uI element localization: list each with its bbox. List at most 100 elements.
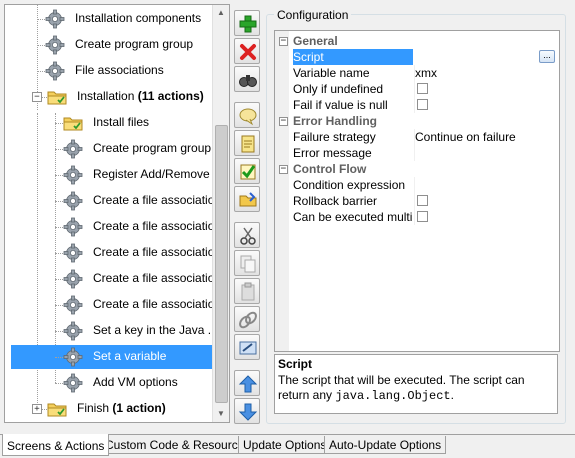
tree-item-label: File associations [75, 63, 164, 77]
tree-item-label: Create program group [75, 37, 193, 51]
tree-item-label: Set a key in the Java ... [93, 323, 218, 337]
column-separator [414, 193, 415, 209]
tree-item-label: Install files [93, 115, 149, 129]
tree-item[interactable]: Create a file association [5, 189, 221, 213]
tree-item[interactable]: Install files [5, 111, 215, 135]
tab-auto-update-options[interactable]: Auto-Update Options [324, 436, 447, 454]
tree-item-text: Create a file association [93, 245, 222, 259]
configuration-title: Configuration [274, 8, 352, 22]
category-general[interactable]: − General [275, 33, 559, 49]
fail-if-null-checkbox[interactable] [417, 99, 428, 110]
tree-item[interactable]: Create a file association [5, 215, 221, 239]
tree-item[interactable]: Create a file association [5, 293, 221, 317]
tree-item[interactable]: Set a variable [5, 345, 215, 369]
category-control-flow[interactable]: − Control Flow [275, 161, 559, 177]
prop-only-if-undefined[interactable]: Only if undefined [275, 81, 559, 97]
scroll-up-arrow[interactable]: ▲ [213, 5, 229, 21]
tree-item-text: Create a file association [93, 271, 222, 285]
folder-open-icon [239, 192, 257, 207]
collapse-icon[interactable]: − [279, 165, 288, 174]
delete-button[interactable] [234, 38, 260, 64]
can-be-executed-checkbox[interactable] [417, 211, 428, 222]
tab-screens-actions[interactable]: Screens & Actions [2, 434, 110, 456]
property-grid[interactable]: − General Script ... Variable name xmx O… [274, 30, 560, 352]
prop-fail-if-null[interactable]: Fail if value is null [275, 97, 559, 113]
tree-item[interactable]: − Installation (11 actions) [5, 85, 215, 109]
move-down-button[interactable] [234, 398, 260, 424]
move-up-button[interactable] [234, 370, 260, 396]
tree-item[interactable]: Create program group [5, 137, 215, 161]
scroll-thumb[interactable] [215, 125, 228, 403]
tree-item[interactable]: Set a key in the Java ... [5, 319, 218, 343]
add-button[interactable] [234, 10, 260, 36]
prop-name: Condition expression [293, 178, 406, 192]
tree-item-text: Finish [77, 401, 110, 415]
tree-item-text: Create a file association [93, 297, 222, 311]
edit-button[interactable] [234, 334, 260, 360]
tree-item[interactable]: Create program group [5, 33, 215, 57]
tree-item[interactable]: Create a file association [5, 267, 221, 291]
tree-item[interactable]: Add VM options [5, 371, 215, 395]
category-error-handling[interactable]: − Error Handling [275, 113, 559, 129]
tree-connector [55, 383, 63, 384]
prop-name: Script [293, 49, 413, 65]
collapse-icon[interactable]: − [279, 37, 288, 46]
tree-item[interactable]: Installation components [5, 7, 215, 31]
tree-item[interactable]: Register Add/Remove ... [5, 163, 223, 187]
check-button[interactable] [234, 158, 260, 184]
paste-button[interactable] [234, 278, 260, 304]
copy-button[interactable] [234, 250, 260, 276]
collapse-icon[interactable]: − [32, 92, 42, 102]
cut-button[interactable] [234, 222, 260, 248]
open-folder-button[interactable] [234, 186, 260, 212]
prop-value[interactable]: xmx [415, 65, 437, 81]
gear-icon [63, 191, 83, 211]
link-button[interactable] [234, 306, 260, 332]
tree-item[interactable]: Create a file association [5, 241, 221, 265]
gear-icon [63, 165, 83, 185]
tree-scrollbar[interactable]: ▲ ▼ [212, 5, 229, 422]
tree-item[interactable]: + Finish (1 action) [5, 397, 215, 421]
tree-item[interactable]: File associations [5, 59, 215, 83]
prop-error-message[interactable]: Error message [275, 145, 559, 161]
prop-value[interactable]: Continue on failure [415, 129, 516, 145]
prop-rollback-barrier[interactable]: Rollback barrier [275, 193, 559, 209]
script-edit-button[interactable]: ... [539, 50, 555, 63]
find-button[interactable] [234, 66, 260, 92]
move-down-icon [238, 403, 258, 421]
tree-connector [55, 305, 63, 306]
prop-name: Can be executed multi... [293, 210, 413, 224]
rollback-barrier-checkbox[interactable] [417, 195, 428, 206]
prop-name: Rollback barrier [293, 194, 378, 208]
gear-icon [45, 35, 65, 55]
tree-connector [37, 19, 45, 20]
find-icon [239, 75, 257, 87]
prop-variable-name[interactable]: Variable name xmx [275, 65, 559, 81]
tree-item-label: Create a file association [93, 219, 221, 233]
column-separator [414, 177, 415, 193]
gear-icon [45, 61, 65, 81]
screens-actions-tree[interactable]: Installation components Create program gr… [4, 4, 230, 423]
tree-connector [55, 357, 63, 358]
column-separator [414, 81, 415, 97]
tree-item-label: Create a file association [93, 271, 221, 285]
bottom-tab-strip: Screens & Actions Custom Code & Resource… [0, 434, 575, 458]
note-button[interactable] [234, 130, 260, 156]
tab-custom-code-resources[interactable]: Custom Code & Resources [100, 436, 256, 454]
column-separator [414, 209, 415, 225]
only-if-undefined-checkbox[interactable] [417, 83, 428, 94]
prop-condition-expression[interactable]: Condition expression [275, 177, 559, 193]
category-general-label: General [293, 34, 338, 48]
note-icon [241, 135, 255, 153]
prop-failure-strategy[interactable]: Failure strategy Continue on failure [275, 129, 559, 145]
description-text-post: . [450, 388, 454, 402]
prop-script[interactable]: Script ... [275, 49, 559, 65]
scroll-down-arrow[interactable]: ▼ [213, 406, 229, 422]
prop-can-be-executed-multiple[interactable]: Can be executed multi... [275, 209, 559, 225]
tree-item-label: Add VM options [93, 375, 178, 389]
tab-update-options[interactable]: Update Options [238, 436, 332, 454]
tree-item-label: Finish (1 action) [77, 401, 166, 415]
expand-icon[interactable]: + [32, 404, 42, 414]
comment-button[interactable] [234, 102, 260, 128]
collapse-icon[interactable]: − [279, 117, 288, 126]
